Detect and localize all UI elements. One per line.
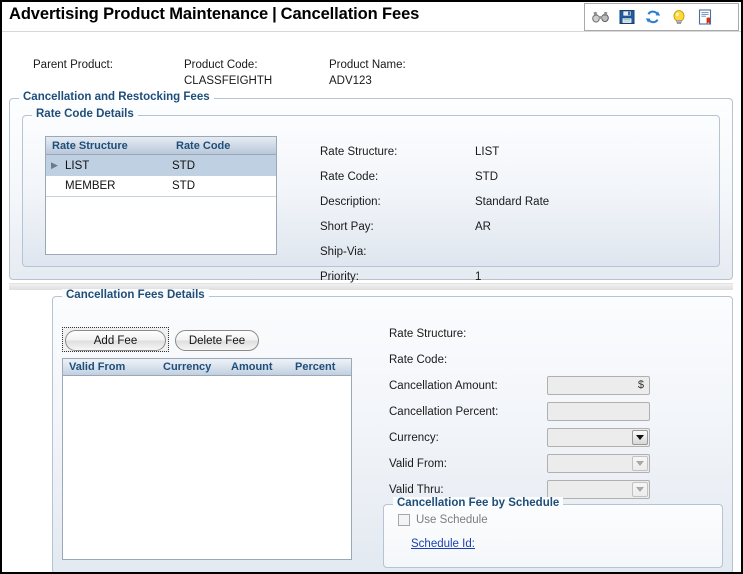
column-header-percent[interactable]: Percent bbox=[289, 359, 351, 375]
column-header-valid-from[interactable]: Valid From bbox=[63, 359, 157, 375]
detail-label-ship-via: Ship-Via: bbox=[320, 246, 366, 258]
rate-code-grid[interactable]: Rate Structure Rate Code ▶ LIST STD MEMB… bbox=[45, 136, 277, 255]
cancellation-fees-grid[interactable]: Valid From Currency Amount Percent bbox=[62, 358, 352, 560]
detail-label-description: Description: bbox=[320, 196, 381, 208]
product-name-value: ADV123 bbox=[329, 75, 372, 87]
chevron-down-icon[interactable] bbox=[632, 482, 648, 497]
table-row[interactable]: MEMBER STD bbox=[46, 176, 276, 197]
product-name-label: Product Name: bbox=[329, 59, 406, 71]
cell-rate-structure: MEMBER bbox=[63, 180, 170, 192]
detail-label-priority: Priority: bbox=[320, 271, 359, 283]
save-icon[interactable] bbox=[618, 8, 636, 26]
field-label-rate-structure: Rate Structure: bbox=[389, 328, 466, 340]
detail-value-priority: 1 bbox=[475, 271, 481, 283]
field-label-valid-from: Valid From: bbox=[389, 458, 447, 470]
cancellation-fees-details-legend: Cancellation Fees Details bbox=[62, 289, 209, 301]
schedule-id-link[interactable]: Schedule Id: bbox=[411, 538, 475, 550]
valid-from-datepicker[interactable] bbox=[547, 454, 650, 473]
detail-label-rate-structure: Rate Structure: bbox=[320, 146, 397, 158]
cell-rate-code: STD bbox=[170, 180, 276, 192]
report-icon[interactable] bbox=[696, 8, 714, 26]
rate-code-details-panel: Rate Code Details Rate Structure Rate Co… bbox=[22, 115, 720, 267]
field-label-cancellation-percent: Cancellation Percent: bbox=[389, 406, 498, 418]
application-window: Advertising Product Maintenance|Cancella… bbox=[0, 0, 743, 574]
cancellation-fees-details-panel: Cancellation Fees Details Add Fee Delete… bbox=[52, 296, 733, 574]
toolbar bbox=[584, 3, 739, 31]
cell-rate-code: STD bbox=[170, 160, 276, 172]
field-label-currency: Currency: bbox=[389, 432, 439, 444]
binoculars-icon[interactable] bbox=[592, 8, 610, 26]
product-code-value: CLASSFEIGHTH bbox=[184, 75, 272, 87]
product-code-label: Product Code: bbox=[184, 59, 258, 71]
page-title-separator: | bbox=[268, 5, 281, 23]
title-bar: Advertising Product Maintenance|Cancella… bbox=[2, 2, 741, 32]
page-title: Advertising Product Maintenance|Cancella… bbox=[9, 5, 419, 24]
product-header: Parent Product: Product Code: CLASSFEIGH… bbox=[2, 34, 741, 92]
table-row[interactable]: ▶ LIST STD bbox=[46, 155, 276, 176]
use-schedule-row[interactable]: Use Schedule bbox=[398, 514, 488, 526]
delete-fee-button[interactable]: Delete Fee bbox=[175, 330, 259, 351]
detail-label-rate-code: Rate Code: bbox=[320, 171, 378, 183]
column-header-rate-structure[interactable]: Rate Structure bbox=[46, 137, 170, 154]
cancellation-fee-by-schedule-legend: Cancellation Fee by Schedule bbox=[393, 497, 563, 509]
rate-code-grid-header: Rate Structure Rate Code bbox=[46, 137, 276, 155]
detail-value-rate-code: STD bbox=[475, 171, 498, 183]
cancellation-amount-input[interactable]: $ bbox=[547, 376, 650, 395]
page-title-sub: Cancellation Fees bbox=[281, 5, 420, 23]
chevron-down-icon[interactable] bbox=[632, 456, 648, 471]
dollar-sign-icon: $ bbox=[638, 379, 644, 391]
currency-dropdown[interactable] bbox=[547, 428, 650, 447]
use-schedule-checkbox[interactable] bbox=[398, 514, 410, 526]
rate-code-details-legend: Rate Code Details bbox=[32, 108, 138, 120]
cancellation-percent-input[interactable] bbox=[547, 402, 650, 421]
detail-label-short-pay: Short Pay: bbox=[320, 221, 374, 233]
cell-rate-structure: LIST bbox=[63, 160, 170, 172]
column-header-rate-code[interactable]: Rate Code bbox=[170, 137, 276, 154]
chevron-down-icon[interactable] bbox=[632, 430, 648, 445]
rate-code-grid-body: ▶ LIST STD MEMBER STD bbox=[46, 155, 276, 197]
field-label-rate-code: Rate Code: bbox=[389, 354, 447, 366]
detail-value-short-pay: AR bbox=[475, 221, 491, 233]
field-label-cancellation-amount: Cancellation Amount: bbox=[389, 380, 498, 392]
detail-value-description: Standard Rate bbox=[475, 196, 549, 208]
page-title-main: Advertising Product Maintenance bbox=[9, 5, 268, 23]
cancellation-restocking-fees-legend: Cancellation and Restocking Fees bbox=[19, 91, 214, 103]
use-schedule-label: Use Schedule bbox=[416, 514, 488, 526]
detail-value-rate-structure: LIST bbox=[475, 146, 499, 158]
cancellation-fee-by-schedule-panel: Cancellation Fee by Schedule Use Schedul… bbox=[383, 504, 723, 568]
refresh-icon[interactable] bbox=[644, 8, 662, 26]
lightbulb-icon[interactable] bbox=[670, 8, 688, 26]
column-header-amount[interactable]: Amount bbox=[225, 359, 289, 375]
add-fee-button[interactable]: Add Fee bbox=[65, 330, 166, 351]
field-label-valid-thru: Valid Thru: bbox=[389, 484, 444, 496]
cancellation-fees-grid-header: Valid From Currency Amount Percent bbox=[63, 359, 351, 376]
column-header-currency[interactable]: Currency bbox=[157, 359, 225, 375]
cancellation-restocking-fees-panel: Cancellation and Restocking Fees Rate Co… bbox=[9, 98, 733, 280]
parent-product-label: Parent Product: bbox=[33, 59, 113, 71]
row-selector-icon: ▶ bbox=[46, 160, 63, 171]
